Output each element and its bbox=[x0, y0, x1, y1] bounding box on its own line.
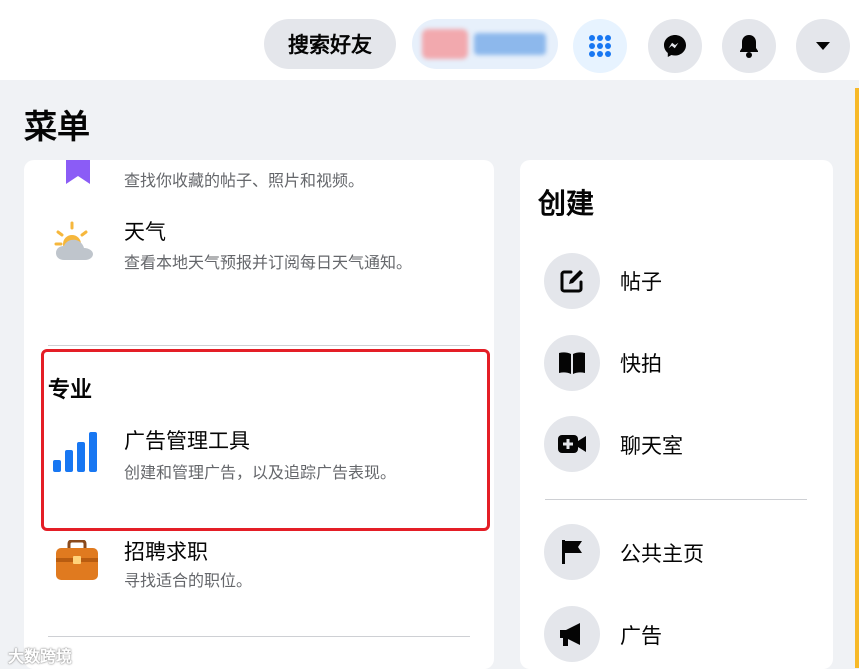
profile-chip-blurred[interactable] bbox=[412, 19, 558, 69]
notifications-button[interactable] bbox=[722, 19, 776, 73]
weather-item-title[interactable]: 天气 bbox=[124, 216, 166, 246]
saved-bookmark-icon bbox=[66, 160, 90, 184]
messenger-button[interactable] bbox=[648, 19, 702, 73]
menu-grid-button[interactable] bbox=[573, 19, 627, 73]
compose-post-icon bbox=[560, 270, 583, 293]
create-divider bbox=[545, 499, 807, 500]
messenger-icon bbox=[664, 35, 686, 57]
watermark-logo-text: 大数跨境 bbox=[8, 647, 73, 666]
section-divider bbox=[48, 636, 470, 637]
notifications-bell-icon bbox=[740, 35, 758, 58]
profile-avatar-blurred bbox=[422, 29, 468, 59]
page-flag-icon bbox=[562, 540, 582, 564]
jobs-briefcase-icon bbox=[56, 540, 98, 580]
create-story-label[interactable]: 快拍 bbox=[620, 348, 662, 378]
menu-grid-icon bbox=[589, 35, 611, 57]
create-post-label[interactable]: 帖子 bbox=[620, 266, 662, 296]
weather-icon bbox=[54, 221, 93, 260]
create-story-button[interactable] bbox=[544, 335, 600, 391]
create-room-button[interactable] bbox=[544, 416, 600, 472]
video-room-icon bbox=[558, 435, 586, 453]
saved-item-desc[interactable]: 查找你收藏的帖子、照片和视频。 bbox=[124, 170, 364, 192]
create-ad-button[interactable] bbox=[544, 606, 600, 662]
megaphone-icon bbox=[560, 623, 580, 646]
create-page-button[interactable] bbox=[544, 524, 600, 580]
create-card bbox=[520, 160, 833, 669]
profile-name-blurred bbox=[474, 33, 546, 55]
account-menu-button[interactable] bbox=[796, 19, 850, 73]
section-divider bbox=[48, 345, 470, 346]
account-caret-icon bbox=[816, 42, 830, 50]
weather-item-desc: 查看本地天气预报并订阅每日天气通知。 bbox=[124, 253, 413, 272]
accent-edge bbox=[855, 88, 859, 668]
create-section-title: 创建 bbox=[538, 187, 595, 220]
create-room-label[interactable]: 聊天室 bbox=[620, 430, 683, 460]
page-title: 菜单 bbox=[24, 107, 90, 146]
highlight-annotation-box bbox=[41, 349, 490, 531]
create-post-button[interactable] bbox=[544, 253, 600, 309]
create-ad-label[interactable]: 广告 bbox=[620, 620, 662, 650]
search-friends-button[interactable]: 搜索好友 bbox=[264, 19, 396, 69]
jobs-item-desc: 寻找适合的职位。 bbox=[124, 571, 253, 590]
jobs-item-title[interactable]: 招聘求职 bbox=[124, 536, 208, 566]
story-book-icon bbox=[559, 352, 585, 374]
create-page-label[interactable]: 公共主页 bbox=[620, 538, 704, 568]
